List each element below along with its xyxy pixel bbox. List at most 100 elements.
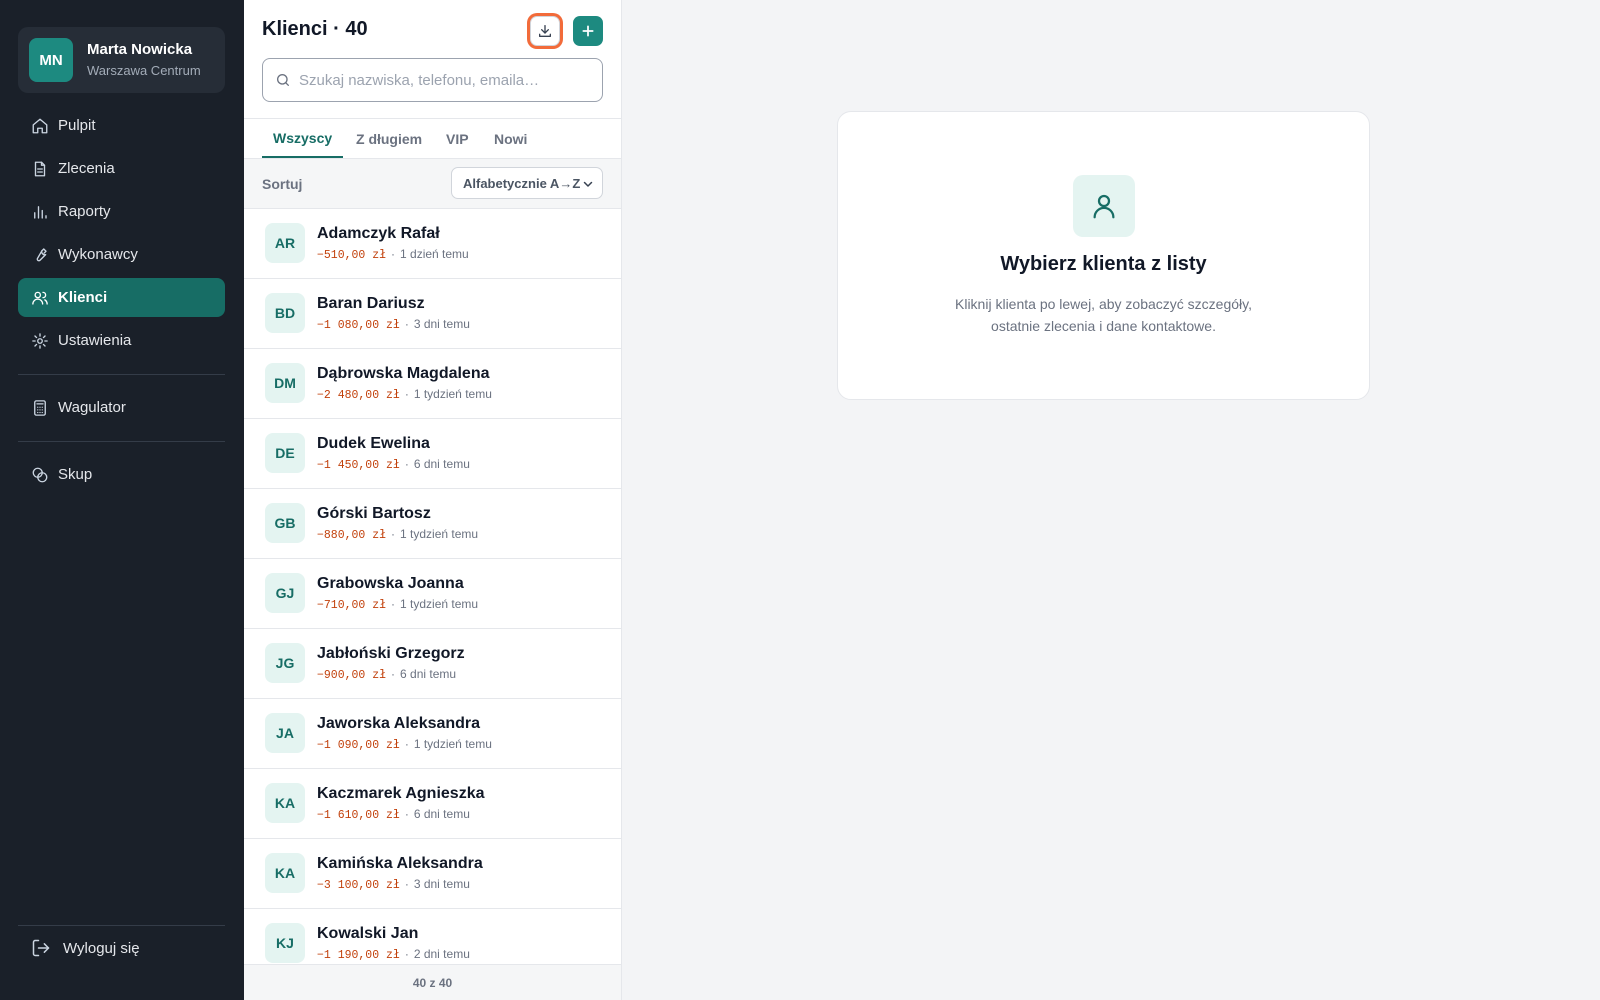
client-name: Kowalski Jan bbox=[317, 925, 419, 942]
sidebar-item-wykonawcy[interactable]: Wykonawcy bbox=[18, 235, 225, 274]
separator-dot: · bbox=[404, 737, 409, 751]
user-card[interactable]: MN Marta Nowicka Warszawa Centrum bbox=[18, 27, 225, 93]
client-row[interactable]: KJ Kowalski Jan −1 190,00 zł · 2 dni temu bbox=[244, 909, 621, 964]
client-meta: −1 080,00 zł · 3 dni temu bbox=[317, 317, 470, 332]
wrench-icon bbox=[36, 247, 47, 261]
client-meta: −880,00 zł · 1 tydzień temu bbox=[317, 527, 478, 542]
export-button[interactable] bbox=[530, 16, 560, 46]
user-icon bbox=[1093, 194, 1115, 219]
sidebar-item-raporty[interactable]: Raporty bbox=[18, 192, 225, 231]
search-input[interactable] bbox=[299, 71, 589, 89]
sort-select[interactable]: Alfabetycznie A→Z bbox=[451, 167, 603, 199]
client-debt: −1 190,00 zł bbox=[317, 949, 400, 962]
separator-dot: · bbox=[404, 947, 409, 961]
client-last-visit: 6 dni temu bbox=[400, 667, 457, 681]
sidebar-item-label: Ustawienia bbox=[58, 332, 132, 349]
separator-dot: · bbox=[391, 247, 396, 261]
client-avatar: JG bbox=[265, 643, 305, 683]
sidebar-item-label: Wykonawcy bbox=[58, 246, 138, 263]
sort-value: Alfabetycznie A→Z bbox=[463, 175, 581, 191]
gear-icon bbox=[32, 332, 48, 349]
client-name: Jaworska Aleksandra bbox=[317, 715, 481, 732]
client-meta: −2 480,00 zł · 1 tydzień temu bbox=[317, 387, 492, 402]
client-last-visit: 3 dni temu bbox=[413, 317, 470, 331]
client-meta: −1 450,00 zł · 6 dni temu bbox=[317, 457, 470, 472]
client-debt: −2 480,00 zł bbox=[317, 389, 400, 402]
client-avatar: GB bbox=[265, 503, 305, 543]
logout-button[interactable]: Wyloguj się bbox=[18, 925, 225, 971]
sidebar-item-label: Klienci bbox=[58, 289, 108, 306]
client-debt: −1 450,00 zł bbox=[317, 459, 400, 472]
separator-dot: · bbox=[404, 317, 409, 331]
client-last-visit: 3 dni temu bbox=[413, 877, 470, 891]
client-name: Baran Dariusz bbox=[317, 295, 425, 312]
sidebar-item-zlecenia[interactable]: Zlecenia bbox=[18, 149, 225, 188]
client-row[interactable]: GJ Grabowska Joanna −710,00 zł · 1 tydzień t… bbox=[244, 559, 621, 629]
client-row[interactable]: JA Jaworska Aleksandra −1 090,00 zł · 1 tydz… bbox=[244, 699, 621, 769]
client-meta: −1 190,00 zł · 2 dni temu bbox=[317, 947, 470, 962]
empty-state-title: Wybierz klienta z listy bbox=[1000, 253, 1207, 275]
client-debt: −1 610,00 zł bbox=[317, 809, 400, 822]
client-debt: −900,00 zł bbox=[317, 669, 387, 682]
client-name: Kaczmarek Agnieszka bbox=[317, 785, 485, 802]
sidebar-item-klienci[interactable]: Klienci bbox=[18, 278, 225, 317]
file-icon bbox=[34, 161, 46, 176]
client-name: Górski Bartosz bbox=[317, 505, 431, 522]
client-row[interactable]: BD Baran Dariusz −1 080,00 zł · 3 dni temu bbox=[244, 279, 621, 349]
client-list-panel: Klienci · 40 Wszyscy Z długiem VIP Nowi … bbox=[244, 0, 622, 1000]
client-name: Dąbrowska Magdalena bbox=[317, 365, 490, 382]
client-meta: −510,00 zł · 1 dzień temu bbox=[317, 247, 469, 262]
separator-dot: · bbox=[391, 667, 396, 681]
sidebar-item-label: Pulpit bbox=[58, 117, 96, 134]
client-row[interactable]: AR Adamczyk Rafał −510,00 zł · 1 dzień temu bbox=[244, 209, 621, 279]
users-icon bbox=[32, 291, 48, 305]
separator-dot: · bbox=[404, 387, 409, 401]
client-meta: −900,00 zł · 6 dni temu bbox=[317, 667, 456, 682]
sidebar-item-label: Wagulator bbox=[58, 399, 126, 416]
sidebar-item-wagulator[interactable]: Wagulator bbox=[18, 388, 225, 427]
search-field[interactable] bbox=[262, 58, 603, 102]
bar-chart-icon bbox=[34, 205, 47, 219]
sidebar-item-pulpit[interactable]: Pulpit bbox=[18, 106, 225, 145]
client-row[interactable]: JG Jabłoński Grzegorz −900,00 zł · 6 dni tem… bbox=[244, 629, 621, 699]
client-avatar: GJ bbox=[265, 573, 305, 613]
client-name: Kamińska Aleksandra bbox=[317, 855, 483, 872]
sidebar-item-ustawienia[interactable]: Ustawienia bbox=[18, 321, 225, 360]
user-name: Marta Nowicka bbox=[87, 41, 193, 58]
separator-dot: · bbox=[404, 877, 409, 891]
add-client-button[interactable] bbox=[573, 16, 603, 46]
client-name: Adamczyk Rafał bbox=[317, 225, 440, 242]
sidebar-item-skup[interactable]: Skup bbox=[18, 455, 225, 494]
client-row[interactable]: DE Dudek Ewelina −1 450,00 zł · 6 dni temu bbox=[244, 419, 621, 489]
empty-state-description: Kliknij klienta po lewej, aby zobaczyć s… bbox=[955, 296, 1252, 334]
client-last-visit: 1 tydzień temu bbox=[413, 387, 492, 401]
client-meta: −1 090,00 zł · 1 tydzień temu bbox=[317, 737, 492, 752]
tab-nowi[interactable]: Nowi bbox=[483, 119, 538, 158]
page-title: Klienci · 40 bbox=[262, 18, 368, 40]
search-icon bbox=[277, 74, 289, 86]
client-row[interactable]: GB Górski Bartosz −880,00 zł · 1 tydzień tem… bbox=[244, 489, 621, 559]
client-row[interactable]: KA Kamińska Aleksandra −3 100,00 zł · 3 dni … bbox=[244, 839, 621, 909]
plus-icon bbox=[582, 25, 594, 37]
tab-vip[interactable]: VIP bbox=[435, 119, 480, 158]
logout-icon bbox=[32, 939, 50, 957]
sort-bar: Sortuj Alfabetycznie A→Z bbox=[244, 159, 621, 209]
sidebar: MN Marta Nowicka Warszawa Centrum Pulpit… bbox=[0, 0, 244, 1000]
sort-label: Sortuj bbox=[262, 176, 303, 192]
client-row[interactable]: KA Kaczmarek Agnieszka −1 610,00 zł · 6 dni … bbox=[244, 769, 621, 839]
client-last-visit: 6 dni temu bbox=[413, 807, 470, 821]
tab-wszyscy[interactable]: Wszyscy bbox=[262, 119, 344, 158]
sidebar-item-label: Raporty bbox=[58, 203, 111, 220]
avatar: MN bbox=[29, 38, 73, 82]
client-avatar: KA bbox=[265, 853, 305, 893]
client-row[interactable]: DM Dąbrowska Magdalena −2 480,00 zł · 1 tydz… bbox=[244, 349, 621, 419]
filter-tabs: Wszyscy Z długiem VIP Nowi bbox=[244, 118, 621, 159]
tab-z-dlugiem[interactable]: Z długiem bbox=[345, 119, 433, 158]
sidebar-item-label: Skup bbox=[58, 466, 93, 483]
client-list: AR Adamczyk Rafał −510,00 zł · 1 dzień temu B… bbox=[244, 209, 621, 964]
client-last-visit: 2 dni temu bbox=[413, 947, 470, 961]
client-debt: −3 100,00 zł bbox=[317, 879, 400, 892]
chevron-down-icon bbox=[583, 181, 593, 187]
home-icon bbox=[32, 118, 48, 133]
separator-dot: · bbox=[404, 457, 409, 471]
